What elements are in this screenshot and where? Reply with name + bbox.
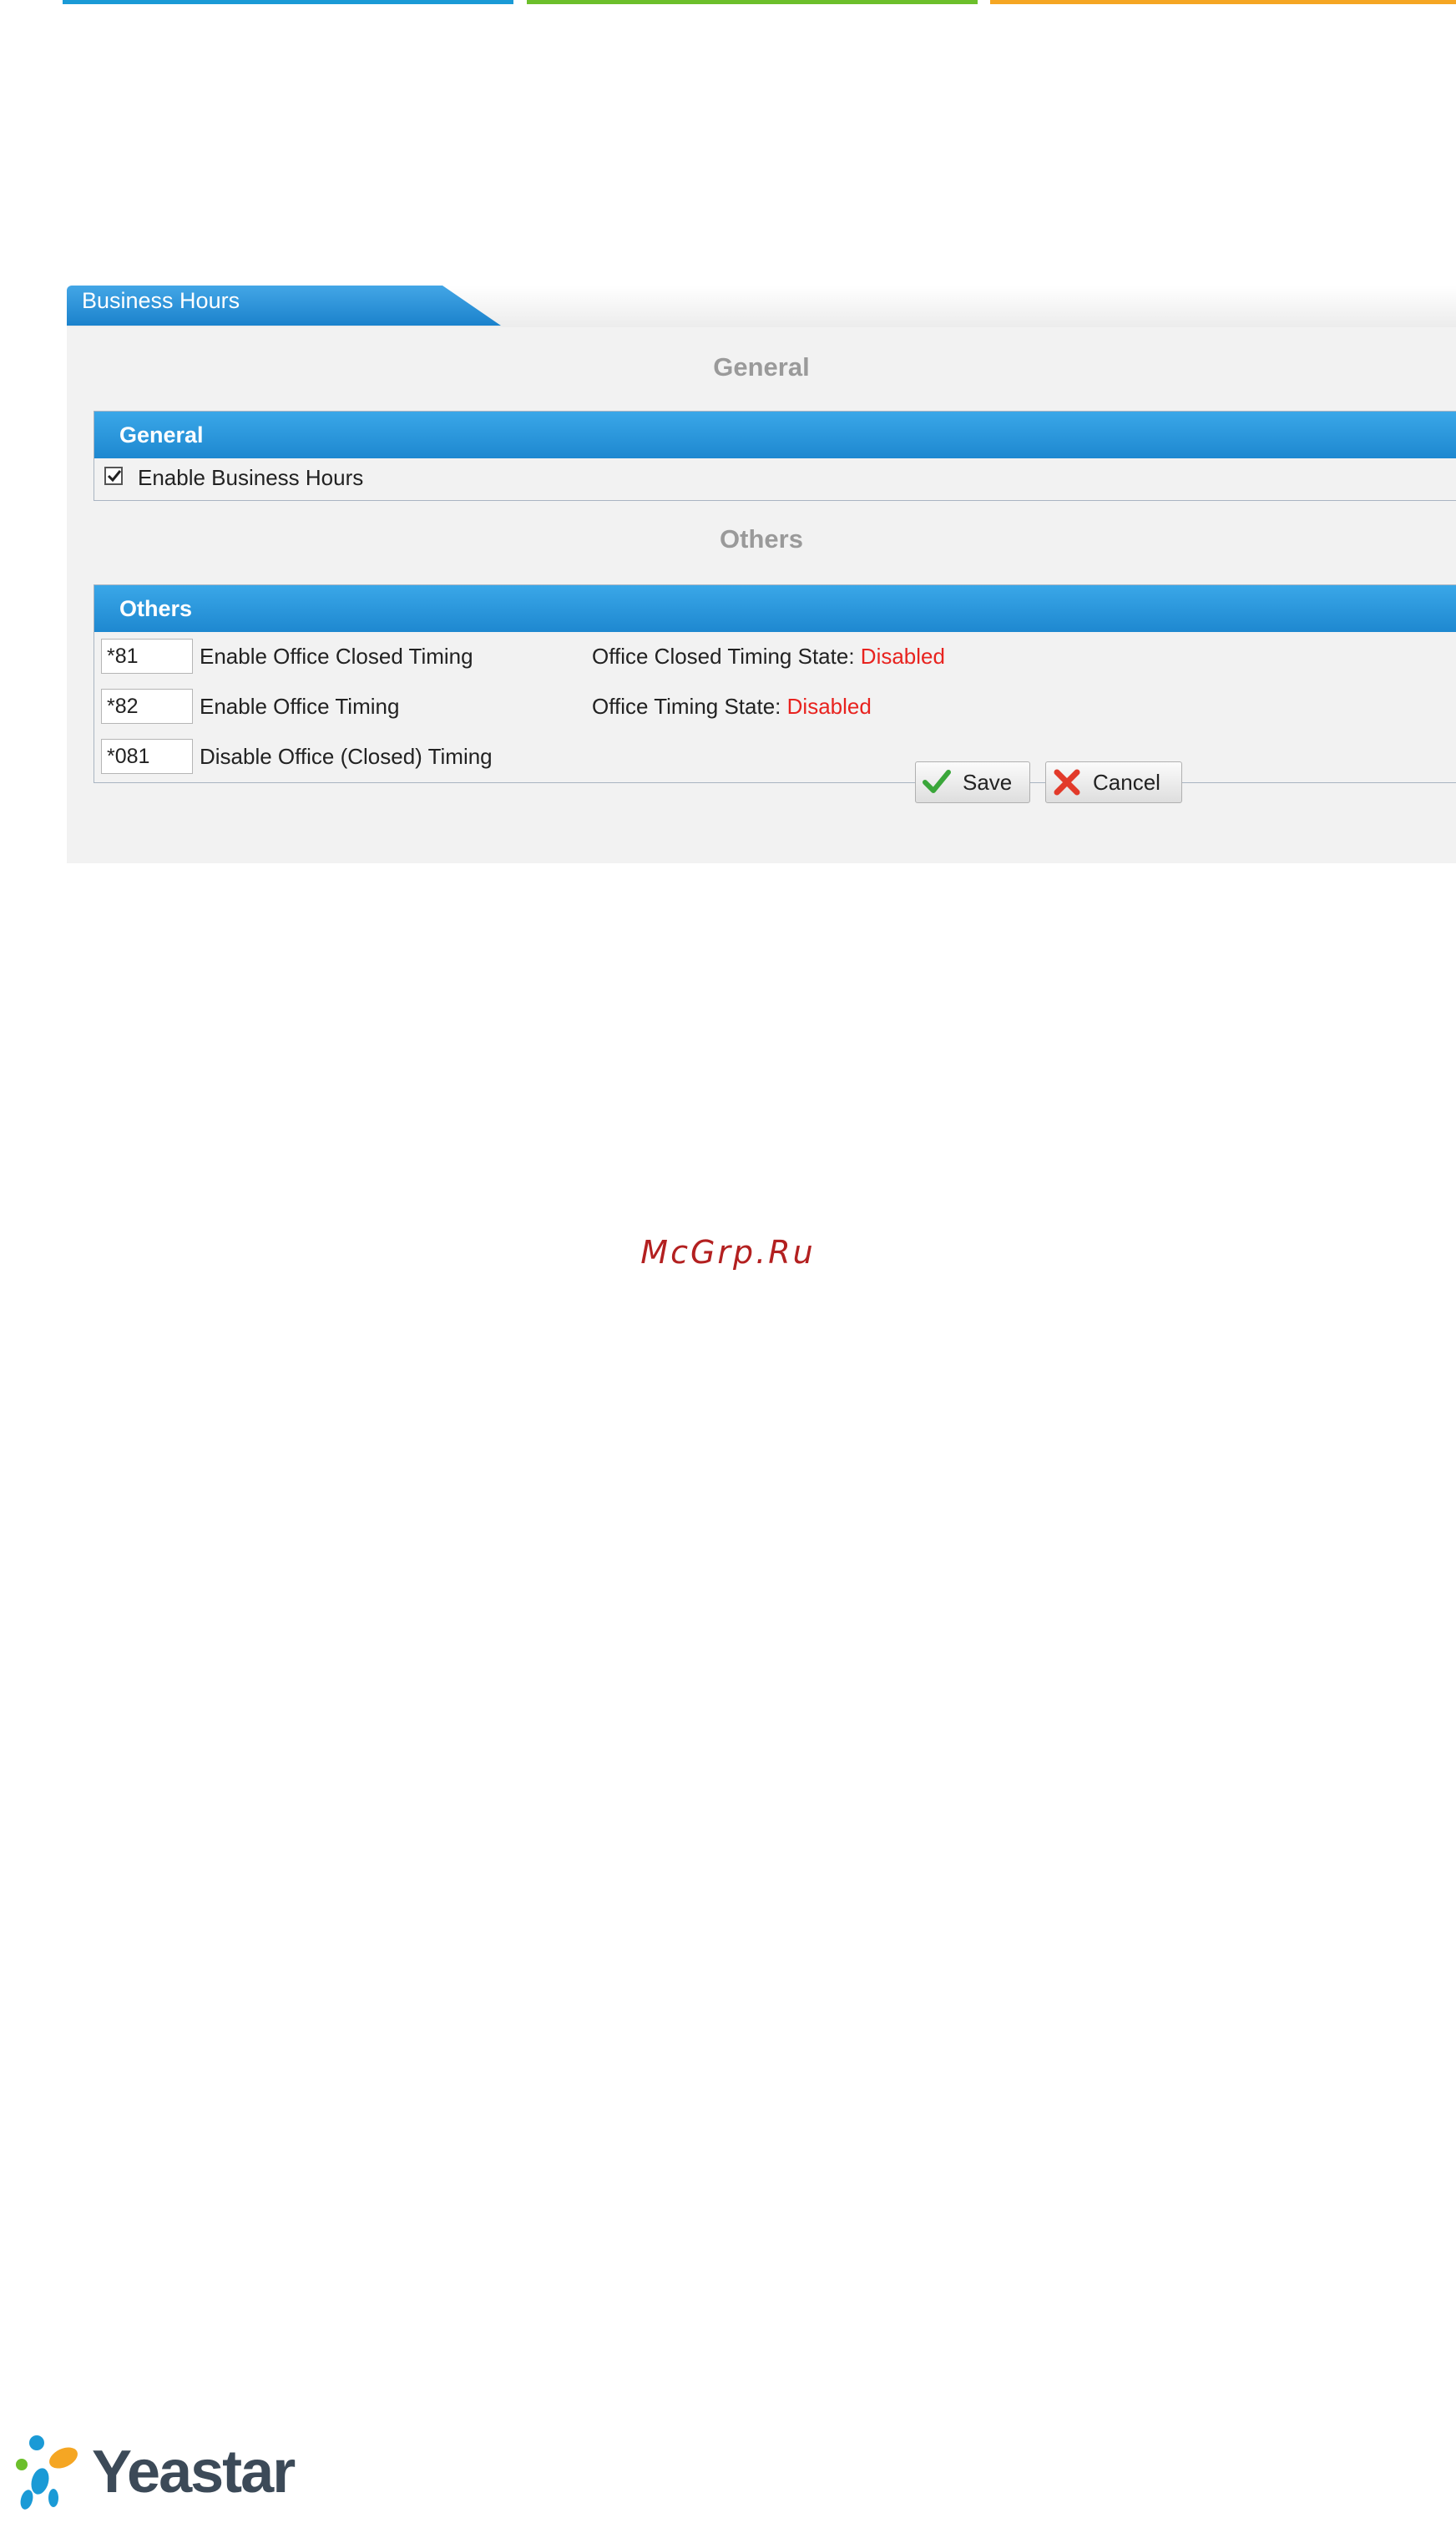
enable-business-hours-checkbox[interactable] — [104, 467, 123, 485]
office-closed-timing-label: Enable Office Closed Timing — [200, 644, 473, 669]
checkmark-icon — [923, 770, 951, 793]
top-bar-green — [527, 0, 978, 4]
general-group-header: General — [94, 412, 1456, 458]
general-group: General Enable Business Hours — [94, 411, 1456, 501]
others-section-title: Others — [720, 524, 803, 554]
business-hours-panel: Business Hours General General Enable Bu… — [67, 286, 1456, 863]
checkmark-icon — [107, 470, 122, 483]
enable-business-hours-row: Enable Business Hours — [94, 458, 1456, 500]
others-group-header: Others — [94, 585, 1456, 632]
others-group: Others Enable Office Closed Timing Offic… — [94, 584, 1456, 783]
cancel-button-label: Cancel — [1093, 770, 1160, 795]
office-closed-timing-code-input[interactable] — [101, 639, 193, 674]
enable-business-hours-label: Enable Business Hours — [138, 465, 364, 490]
watermark: McGrp.Ru — [640, 1234, 816, 1271]
office-timing-state-value: Disabled — [786, 694, 872, 719]
feature-code-row: Enable Office Closed Timing Office Close… — [94, 632, 1456, 682]
feature-code-row: Enable Office Timing Office Timing State… — [94, 682, 1456, 732]
tab-label: Business Hours — [82, 288, 240, 313]
yeastar-logo-text: Yeastar — [92, 2439, 296, 2505]
office-closed-timing-state-value: Disabled — [860, 644, 945, 669]
panel-body: General General Enable Business Hours Ot… — [67, 327, 1456, 863]
top-bar-blue — [63, 0, 513, 4]
close-icon — [1054, 769, 1080, 796]
feature-code-row: Disable Office (Closed) Timing — [94, 732, 1456, 782]
tab-strip: Business Hours — [67, 286, 1456, 329]
office-timing-state-label: Office Timing State: — [592, 694, 781, 719]
cancel-button[interactable]: Cancel — [1045, 761, 1182, 803]
office-closed-timing-state: Office Closed Timing State: Disabled — [592, 632, 945, 680]
tab-business-hours[interactable]: Business Hours — [67, 286, 501, 326]
yeastar-logo: Yeastar — [15, 2429, 299, 2513]
office-timing-label: Enable Office Timing — [200, 694, 400, 719]
office-timing-code-input[interactable] — [101, 689, 193, 724]
disable-office-timing-label: Disable Office (Closed) Timing — [200, 744, 493, 769]
general-section-title: General — [713, 352, 810, 382]
office-timing-state: Office Timing State: Disabled — [592, 682, 872, 731]
top-bar-orange — [990, 0, 1456, 4]
office-closed-timing-state-label: Office Closed Timing State: — [592, 644, 855, 669]
save-button-label: Save — [963, 770, 1013, 795]
save-button[interactable]: Save — [915, 761, 1030, 803]
yeastar-logo-icon — [16, 2435, 78, 2510]
disable-office-timing-code-input[interactable] — [101, 739, 193, 774]
